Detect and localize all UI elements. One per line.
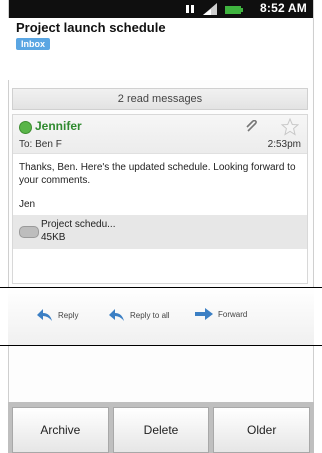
inbox-label[interactable]: Inbox bbox=[16, 38, 50, 50]
sender-name[interactable]: Jennifer bbox=[35, 119, 82, 133]
status-time: 8:52 AM bbox=[260, 1, 307, 15]
status-bar: 8:52 AM bbox=[9, 0, 313, 18]
message-header[interactable]: Jennifer To: Ben F 2:53pm bbox=[13, 115, 307, 154]
archive-button[interactable]: Archive bbox=[12, 407, 109, 453]
signal-icon bbox=[203, 3, 217, 15]
recipient: To: Ben F bbox=[19, 139, 62, 150]
battery-icon bbox=[225, 6, 243, 14]
star-icon[interactable] bbox=[281, 118, 299, 136]
attachment-size: 45KB bbox=[41, 232, 66, 243]
attachment[interactable]: Project schedu... 45KB bbox=[13, 215, 307, 249]
presence-icon bbox=[19, 121, 32, 134]
attachment-icon bbox=[19, 226, 39, 238]
delete-button[interactable]: Delete bbox=[112, 407, 210, 453]
bottom-bar: Archive Delete Older bbox=[8, 402, 314, 453]
attachment-name: Project schedu... bbox=[41, 219, 116, 230]
status-icons bbox=[185, 3, 243, 15]
signature: Jen bbox=[19, 199, 36, 210]
data-icon bbox=[186, 5, 194, 13]
message-time: 2:53pm bbox=[267, 139, 301, 150]
read-messages-bar[interactable]: 2 read messages bbox=[12, 88, 308, 110]
older-button[interactable]: Older bbox=[213, 407, 311, 453]
read-messages-label: 2 read messages bbox=[117, 93, 203, 105]
message-body: Thanks, Ben. Here's the updated schedule… bbox=[19, 162, 296, 186]
message-card: Jennifer To: Ben F 2:53pm Thanks, Ben. H… bbox=[12, 114, 308, 284]
highlight-box bbox=[0, 287, 322, 346]
email-subject: Project launch schedule bbox=[16, 20, 166, 35]
paperclip-icon bbox=[246, 120, 257, 132]
